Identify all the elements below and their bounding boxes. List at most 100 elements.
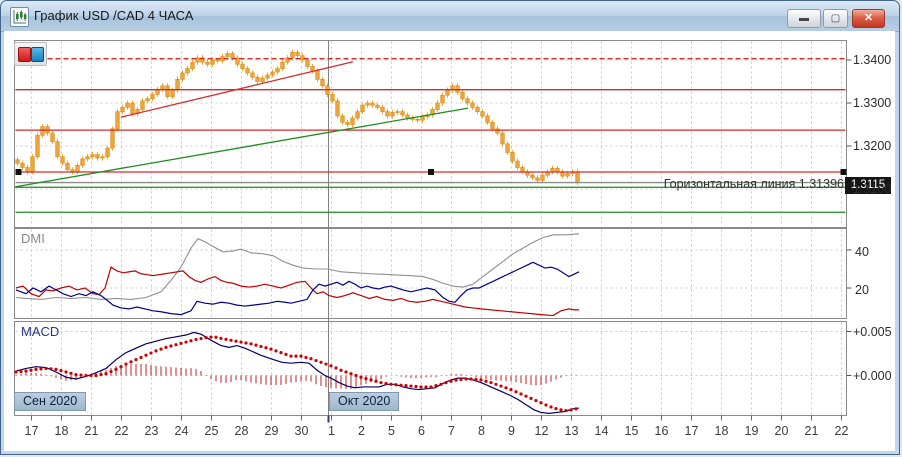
red-marker-button[interactable] [18, 47, 31, 62]
macd-signal-dot [269, 348, 272, 351]
candle-body [521, 168, 525, 172]
x-axis-date-label: 29 [258, 424, 286, 438]
macd-signal-dot [314, 359, 317, 362]
macd-signal-dot [299, 355, 302, 358]
macd-signal-dot [389, 383, 392, 386]
candle-body [116, 112, 120, 129]
candle-body [206, 62, 210, 64]
candle-body [336, 101, 340, 116]
maximize-button[interactable]: ▢ [823, 9, 848, 28]
macd-signal-dot [279, 351, 282, 354]
macd-signal-dot [464, 377, 467, 380]
price-axis-label: 1.3200 [853, 139, 891, 153]
macd-signal-dot [489, 381, 492, 384]
candle-body [291, 52, 295, 58]
x-axis-date-label: 22 [108, 424, 136, 438]
candle-body [441, 95, 445, 103]
candle-body [306, 60, 310, 66]
macd-signal-dot [199, 337, 202, 340]
candle-body [331, 94, 335, 100]
title-bar[interactable]: График USD /CAD 4 ЧАСА ▬ ▢ ✕ [1, 1, 899, 32]
line-handle[interactable] [16, 169, 22, 175]
candle-body [251, 73, 255, 77]
x-axis-date-label: 17 [18, 424, 46, 438]
candle-body [391, 112, 395, 115]
close-icon: ✕ [864, 12, 873, 24]
candle-body [316, 71, 320, 80]
macd-signal-dot [24, 370, 27, 373]
macd-signal-dot [259, 345, 262, 348]
chart-canvas[interactable] [4, 31, 895, 451]
candle-body [161, 86, 165, 89]
line-handle[interactable] [428, 169, 434, 175]
macd-signal-dot [414, 385, 417, 388]
candle-body [266, 75, 270, 78]
x-axis-date-label: 21 [798, 424, 826, 438]
price-axis-label: 1.3300 [853, 96, 891, 110]
candle-body [346, 122, 350, 124]
macd-signal-dot [189, 339, 192, 342]
macd-signal-dot [169, 344, 172, 347]
macd-signal-dot [429, 385, 432, 388]
macd-signal-dot [274, 349, 277, 352]
macd-signal-dot [224, 338, 227, 341]
macd-signal-dot [164, 346, 167, 349]
macd-signal-dot [119, 365, 122, 368]
price-panel[interactable] [15, 41, 847, 228]
macd-signal-dot [309, 357, 312, 360]
macd-signal-dot [379, 381, 382, 384]
macd-signal-dot [369, 378, 372, 381]
macd-signal-dot [384, 382, 387, 385]
macd-signal-dot [354, 374, 357, 377]
macd-signal-dot [484, 380, 487, 383]
candle-body [246, 69, 250, 73]
macd-signal-dot [209, 336, 212, 339]
candle-body [476, 107, 480, 111]
x-axis-date-label: 28 [228, 424, 256, 438]
candle-body [351, 118, 355, 124]
candle-body [276, 69, 280, 72]
minimize-button[interactable]: ▬ [787, 9, 821, 28]
macd-signal-dot [29, 369, 32, 372]
macd-signal-dot [64, 370, 67, 373]
macd-signal-dot [329, 364, 332, 367]
candle-body [461, 92, 465, 98]
chart-content: DMI MACD Сен 2020 Окт 2020 Горизонтальна… [4, 31, 895, 451]
macd-signal-dot [124, 362, 127, 365]
candle-body [231, 54, 235, 58]
candle-body [566, 174, 570, 177]
close-button[interactable]: ✕ [852, 9, 885, 28]
candle-body [186, 69, 190, 73]
candle-body [396, 112, 400, 113]
candle-body [436, 103, 440, 109]
candle-body [126, 103, 130, 107]
macd-signal-dot [144, 354, 147, 357]
x-axis-date-label: 18 [708, 424, 736, 438]
candle-body [551, 168, 555, 171]
macd-signal-dot [174, 343, 177, 346]
macd-signal-dot [509, 388, 512, 391]
macd-signal-dot [324, 362, 327, 365]
candle-body [21, 163, 25, 167]
x-axis-date-label: 25 [198, 424, 226, 438]
macd-axis-label: +0.000 [853, 369, 892, 383]
macd-signal-dot [289, 355, 292, 358]
macd-signal-dot [439, 383, 442, 386]
blue-marker-button[interactable] [31, 47, 44, 62]
candle-body [226, 54, 230, 57]
x-axis-date-label: 19 [738, 424, 766, 438]
candle-body [151, 94, 155, 98]
minimize-icon: ▬ [799, 13, 809, 24]
candle-body [166, 86, 170, 97]
macd-signal-dot [89, 374, 92, 377]
macd-signal-dot [239, 340, 242, 343]
x-axis-date-label: 7 [438, 424, 466, 438]
macd-signal-dot [99, 373, 102, 376]
line-handle[interactable] [841, 169, 847, 175]
macd-signal-dot [19, 370, 22, 373]
candle-body [406, 115, 410, 118]
macd-signal-dot [449, 380, 452, 383]
candle-body [341, 116, 345, 122]
candle-body [41, 127, 45, 136]
macd-signal-dot [474, 378, 477, 381]
